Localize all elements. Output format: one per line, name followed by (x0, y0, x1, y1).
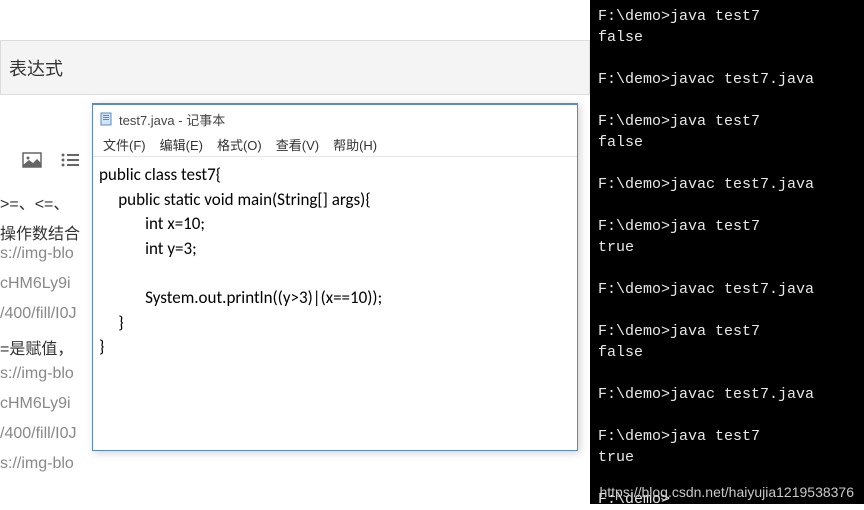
bg-text-line: s://img-blo (0, 455, 74, 473)
image-icon[interactable] (20, 150, 44, 170)
menu-format[interactable]: 格式(O) (213, 135, 266, 154)
bg-text-line: /400/fill/I0J (0, 305, 76, 323)
page-header-title: 表达式 (9, 55, 63, 81)
bg-text-line: /400/fill/I0J (0, 425, 76, 443)
watermark-text: https://blog.csdn.net/haiyujia1219538376 (599, 484, 854, 500)
bg-text-line: =是赋值， (0, 335, 73, 359)
bg-text-line: cHM6Ly9i (0, 395, 71, 413)
notepad-titlebar[interactable]: test7.java - 记事本 (93, 105, 577, 133)
bg-text-line: >=、<=、 (0, 190, 69, 214)
bg-text-line: s://img-blo (0, 365, 74, 383)
menu-file[interactable]: 文件(F) (99, 135, 150, 154)
notepad-icon (99, 112, 113, 126)
bg-text-line: cHM6Ly9i (0, 275, 71, 293)
notepad-menubar: 文件(F) 编辑(E) 格式(O) 查看(V) 帮助(H) (93, 133, 577, 157)
bg-text-line: 操作数结合 (0, 220, 80, 244)
list-icon[interactable] (58, 150, 82, 170)
bg-text-line: s://img-blo (0, 245, 74, 263)
menu-help[interactable]: 帮助(H) (329, 135, 381, 154)
notepad-title-text: test7.java - 记事本 (119, 110, 225, 129)
command-terminal[interactable]: F:\demo>java test7 false F:\demo>javac t… (590, 0, 864, 504)
page-header: 表达式 (0, 40, 590, 95)
menu-view[interactable]: 查看(V) (272, 135, 323, 154)
notepad-window: test7.java - 记事本 文件(F) 编辑(E) 格式(O) 查看(V)… (92, 103, 578, 451)
menu-edit[interactable]: 编辑(E) (156, 135, 207, 154)
notepad-textarea[interactable]: public class test7{ public static void m… (93, 157, 577, 366)
